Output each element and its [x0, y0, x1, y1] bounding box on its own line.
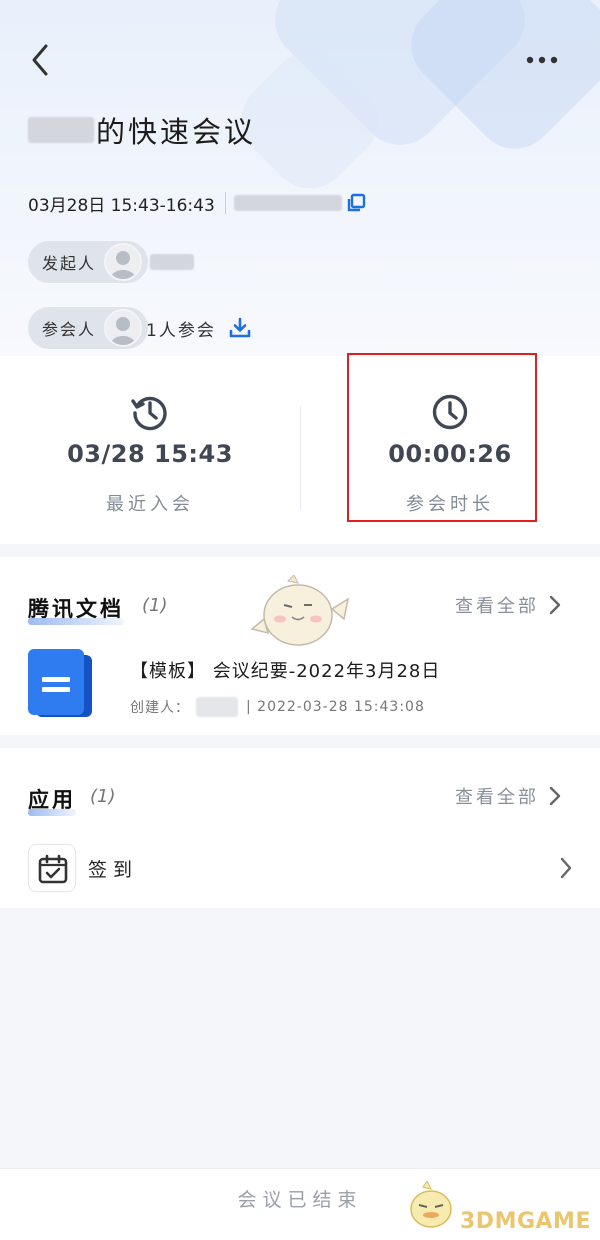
recent-join-label: 最近入会 [106, 494, 194, 515]
document-created-time: | 2022-03-28 15:43:08 [246, 699, 425, 715]
chevron-right-icon [549, 595, 561, 615]
recent-join-stat: 03/28 15:43 最近入会 [0, 356, 300, 544]
initiator-label: 发起人 [42, 254, 97, 273]
chevron-right-icon [549, 786, 561, 806]
meeting-title: 的快速会议 [28, 110, 256, 150]
avatar[interactable] [104, 243, 143, 281]
chevron-right-icon [560, 857, 572, 879]
more-icon [526, 56, 558, 64]
redacted-initiator-name [150, 254, 195, 270]
docs-count: (1) [142, 595, 168, 616]
app-icon [28, 844, 76, 892]
app-label: 签到 [88, 859, 139, 881]
docs-title: 腾讯文档 [28, 593, 124, 625]
history-clock-icon [131, 396, 167, 431]
back-arrow-icon [32, 44, 48, 76]
avatar-icon [110, 317, 137, 345]
back-button[interactable] [26, 40, 56, 80]
participants-label: 参会人 [42, 320, 97, 339]
meeting-info: 03月28日 15:43-16:43 [28, 188, 366, 218]
highlight-box [347, 353, 537, 522]
mascot-watermark [250, 575, 350, 646]
copy-icon[interactable] [346, 193, 366, 213]
meeting-time: 03月28日 15:43-16:43 [28, 195, 215, 216]
meeting-header: 的快速会议 03月28日 15:43-16:43 发起人 参会人 1人参会 [0, 0, 600, 356]
calendar-check-icon [38, 854, 68, 884]
docs-view-all-label: 查看全部 [455, 596, 539, 617]
redacted-host-name [28, 117, 94, 143]
divider [224, 192, 226, 214]
document-creator-label: 创建人： [130, 700, 190, 716]
avatar[interactable] [104, 309, 143, 347]
apps-section: 应用 (1) 查看全部 签到 [0, 748, 600, 908]
download-icon[interactable] [228, 316, 252, 340]
apps-view-all-label: 查看全部 [455, 787, 539, 808]
redacted-creator-name [196, 697, 238, 717]
apps-title: 应用 [28, 784, 76, 816]
more-button[interactable] [520, 48, 564, 72]
docs-view-all-button[interactable]: 查看全部 [455, 592, 561, 618]
watermark-mascot-icon [410, 1181, 452, 1228]
document-title: 【模板】 会议纪要-2022年3月28日 [130, 661, 441, 682]
watermark-text: 3DMGAME [460, 1209, 591, 1234]
recent-join-value: 03/28 15:43 [67, 440, 233, 468]
apps-count: (1) [90, 786, 116, 807]
apps-view-all-button[interactable]: 查看全部 [455, 783, 561, 809]
footer-bar: 会议已结束 3DMGAME [0, 1168, 600, 1240]
redacted-meeting-id [233, 195, 342, 211]
participant-count[interactable]: 1人参会 [146, 316, 216, 341]
participants-row: 参会人 1人参会 [28, 307, 252, 349]
document-meta: 创建人： | 2022-03-28 15:43:08 [130, 697, 425, 717]
meeting-title-text: 的快速会议 [96, 115, 257, 149]
meeting-ended-status: 会议已结束 [237, 1189, 363, 1211]
app-item-sign-in[interactable]: 签到 [0, 842, 600, 896]
initiator-row: 发起人 [28, 241, 195, 283]
avatar-icon [110, 251, 137, 279]
document-icon [28, 649, 92, 717]
